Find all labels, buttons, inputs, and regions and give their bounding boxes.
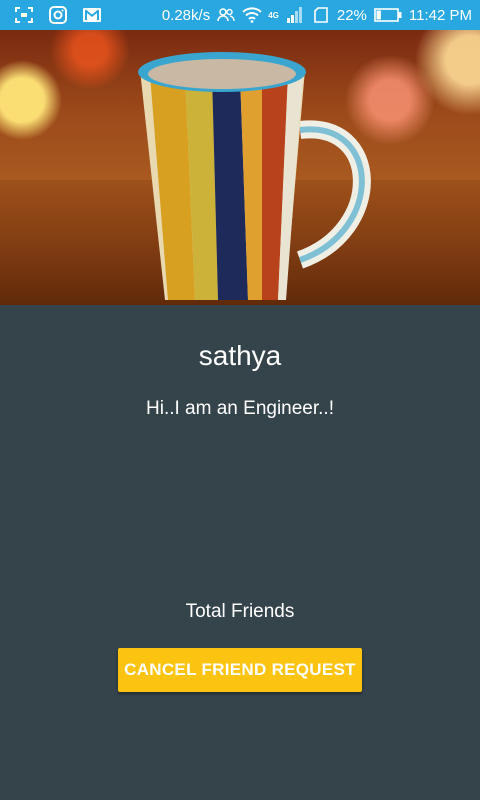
cover-photo — [0, 30, 480, 305]
screenshot-icon — [14, 5, 34, 25]
profile-name: sathya — [198, 340, 282, 371]
status-left-icons — [14, 5, 102, 25]
network-type: 4G — [268, 10, 279, 20]
clock: 11:42 PM — [408, 6, 472, 24]
total-friends-label: Total Friends — [185, 601, 295, 622]
coffee-mug-illustration — [0, 52, 480, 305]
status-right-indicators: 0.28k/s 4G 22% 11:42 PM — [162, 5, 472, 25]
network-speed: 0.28k/s — [161, 6, 211, 24]
signal-icon — [285, 5, 305, 25]
cancel-friend-request-button[interactable]: CANCEL FRIEND REQUEST — [118, 648, 362, 692]
battery-percent: 22% — [336, 6, 367, 24]
profile-status: Hi..I am an Engineer..! — [146, 398, 334, 419]
wifi-icon — [242, 5, 262, 25]
status-bar: 0.28k/s 4G 22% 11:42 PM — [0, 0, 480, 30]
contacts-icon — [216, 5, 236, 25]
gmail-icon — [82, 5, 102, 25]
battery-icon — [373, 5, 403, 25]
sim-card-icon — [311, 5, 331, 25]
instagram-icon — [48, 5, 68, 25]
